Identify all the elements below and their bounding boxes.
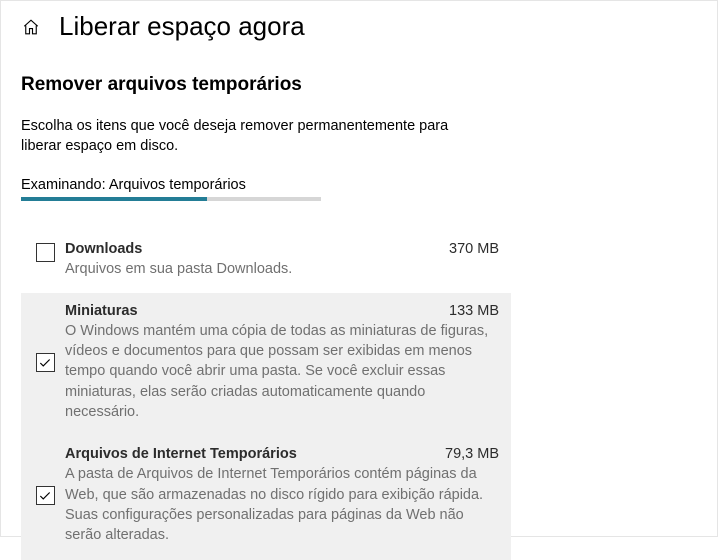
checkbox-wrap <box>25 446 65 545</box>
item-size: 79,3 MB <box>445 446 499 462</box>
list-item: Miniaturas 133 MB O Windows mantém uma c… <box>21 293 511 436</box>
item-size: 370 MB <box>449 241 499 257</box>
item-content: Arquivos de Internet Temporários 79,3 MB… <box>65 446 499 545</box>
item-title: Arquivos de Internet Temporários <box>65 446 297 462</box>
checkbox-downloads[interactable] <box>36 243 55 262</box>
item-header: Downloads 370 MB <box>65 241 499 257</box>
item-description: A pasta de Arquivos de Internet Temporár… <box>65 464 499 545</box>
instruction-text: Escolha os itens que você deseja remover… <box>21 116 481 157</box>
progress-bar <box>21 197 321 201</box>
item-title: Downloads <box>65 241 142 257</box>
item-description: O Windows mantém uma cópia de todas as m… <box>65 321 499 422</box>
item-title: Miniaturas <box>65 303 138 319</box>
status-text: Examinando: Arquivos temporários <box>21 177 697 193</box>
item-header: Miniaturas 133 MB <box>65 303 499 319</box>
page-title: Liberar espaço agora <box>59 11 305 42</box>
home-icon[interactable] <box>21 17 41 37</box>
section-title: Remover arquivos temporários <box>21 74 697 96</box>
checkbox-wrap <box>25 241 65 279</box>
item-size: 133 MB <box>449 303 499 319</box>
checkbox-wrap <box>25 303 65 422</box>
item-description: Arquivos em sua pasta Downloads. <box>65 259 499 279</box>
checkbox-miniaturas[interactable] <box>36 353 55 372</box>
checkbox-internet-temp[interactable] <box>36 486 55 505</box>
page-header: Liberar espaço agora <box>1 1 717 50</box>
item-content: Miniaturas 133 MB O Windows mantém uma c… <box>65 303 499 422</box>
content-area: Remover arquivos temporários Escolha os … <box>1 50 717 560</box>
item-header: Arquivos de Internet Temporários 79,3 MB <box>65 446 499 462</box>
list-item: Arquivos de Internet Temporários 79,3 MB… <box>21 436 511 559</box>
list-item: Downloads 370 MB Arquivos em sua pasta D… <box>21 231 511 293</box>
progress-fill <box>21 197 207 201</box>
item-content: Downloads 370 MB Arquivos em sua pasta D… <box>65 241 499 279</box>
